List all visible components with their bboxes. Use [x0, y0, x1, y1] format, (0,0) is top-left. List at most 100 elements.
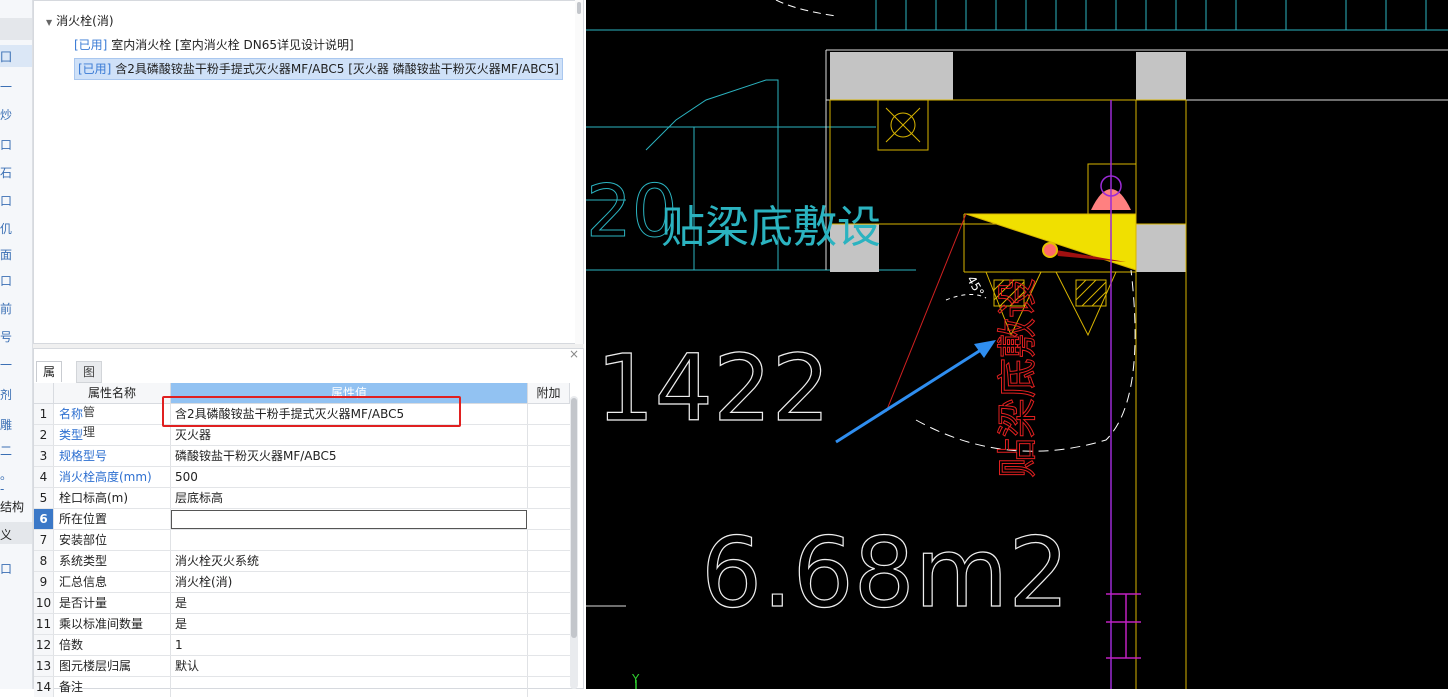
property-value[interactable] — [171, 677, 528, 697]
attach-cell — [528, 635, 570, 655]
extinguisher-marker — [1042, 242, 1058, 258]
strip-label-definition[interactable]: 义 — [0, 526, 32, 543]
strip-glyph-icon[interactable]: 炒 — [0, 106, 12, 123]
header-attach[interactable]: 附加 — [528, 383, 570, 404]
strip-glyph-icon[interactable]: 口 — [0, 560, 12, 577]
row-number: 13 — [34, 656, 54, 676]
property-name: 备注 — [54, 677, 171, 697]
property-row[interactable]: 9 汇总信息 消火栓(消) — [34, 572, 570, 593]
pointer-arrow — [835, 346, 985, 444]
property-row[interactable]: 13 图元楼层归属 默认 — [34, 656, 570, 677]
expand-triangle-icon[interactable]: ▼ — [46, 18, 52, 27]
strip-glyph-icon[interactable]: - — [0, 482, 12, 496]
beam-label: 贴梁底敷设 — [661, 202, 881, 253]
property-value[interactable] — [171, 530, 528, 550]
strip-glyph-icon[interactable]: 剂 — [0, 386, 12, 403]
header-num — [34, 383, 54, 404]
attach-cell — [528, 488, 570, 508]
cad-drawing: 贴梁底敷设 20 1422 6.68m2 45° Y 贴梁底敷设 — [586, 0, 1448, 689]
strip-tab[interactable] — [0, 18, 32, 40]
property-name: 规格型号 — [54, 446, 171, 466]
strip-glyph-icon[interactable]: 二 — [0, 442, 12, 459]
property-row[interactable]: 11 乘以标准间数量 是 — [34, 614, 570, 635]
strip-glyph-icon[interactable]: 石 — [0, 164, 12, 181]
strip-glyph-icon[interactable]: 仉 — [0, 220, 12, 237]
tree-item-selected[interactable]: [已用] 含2具磷酸铵盐干粉手提式灭火器MF/ABC5 [灭火器 磷酸铵盐干粉灭… — [74, 58, 563, 80]
used-badge: [已用] — [78, 62, 112, 76]
property-row[interactable]: 4 消火栓高度(mm) 500 — [34, 467, 570, 488]
property-row[interactable]: 8 系统类型 消火栓灭火系统 — [34, 551, 570, 572]
property-value[interactable]: 消火栓灭火系统 — [171, 551, 528, 571]
property-row-editing[interactable]: 6 所在位置 — [34, 509, 570, 530]
close-icon[interactable]: × — [569, 347, 579, 361]
row-number: 12 — [34, 635, 54, 655]
strip-glyph-icon[interactable]: 口 — [0, 192, 12, 209]
property-value[interactable]: 是 — [171, 593, 528, 613]
attach-cell — [528, 677, 570, 697]
strip-glyph-icon[interactable]: 前 — [0, 300, 12, 317]
strip-label-structure[interactable]: 结构 — [0, 498, 32, 515]
attach-cell — [528, 530, 570, 550]
tab-layer-management[interactable]: 图层管理 — [76, 361, 103, 439]
attach-cell — [528, 593, 570, 613]
left-toolbar-strip: 囗 一 炒 口 石 口 仉 面 口 前 号 一 剂 雕 二 。 - 口 结构 义 — [0, 0, 33, 689]
tree-item-label: 含2具磷酸铵盐干粉手提式灭火器MF/ABC5 [灭火器 磷酸铵盐干粉灭火器MF/… — [115, 62, 559, 76]
strip-glyph-icon[interactable]: 面 — [0, 246, 12, 263]
property-value[interactable]: 磷酸铵盐干粉灭火器MF/ABC5 — [171, 446, 528, 466]
properties-scroll-thumb[interactable] — [571, 398, 577, 638]
strip-glyph-icon[interactable]: 号 — [0, 328, 12, 345]
property-row[interactable]: 14 备注 — [34, 677, 570, 697]
row-number: 8 — [34, 551, 54, 571]
strip-glyph-icon[interactable]: 囗 — [0, 48, 12, 65]
cad-drawing-canvas[interactable]: 贴梁底敷设 20 1422 6.68m2 45° Y 贴梁底敷设 — [586, 0, 1448, 689]
red-route-label: 贴梁底敷设 — [995, 278, 1041, 478]
tree-scrollbar[interactable] — [575, 0, 583, 344]
property-value[interactable]: 500 — [171, 467, 528, 487]
property-name: 倍数 — [54, 635, 171, 655]
beam-block — [830, 52, 953, 100]
property-row[interactable]: 3 规格型号 磷酸铵盐干粉灭火器MF/ABC5 — [34, 446, 570, 467]
attach-cell — [528, 446, 570, 466]
strip-glyph-icon[interactable]: 口 — [0, 136, 12, 153]
property-name: 安装部位 — [54, 530, 171, 550]
header-name[interactable]: 属性名称 — [54, 383, 171, 404]
property-name: 图元楼层归属 — [54, 656, 171, 676]
property-row[interactable]: 2 类型 灭火器 — [34, 425, 570, 446]
strip-glyph-icon[interactable]: 一 — [0, 356, 12, 373]
property-row[interactable]: 12 倍数 1 — [34, 635, 570, 656]
strip-glyph-icon[interactable]: 雕 — [0, 416, 12, 433]
property-value[interactable]: 层底标高 — [171, 488, 528, 508]
property-value-input[interactable] — [171, 510, 527, 529]
row-number: 5 — [34, 488, 54, 508]
property-value[interactable]: 是 — [171, 614, 528, 634]
row-number: 7 — [34, 530, 54, 550]
attach-cell — [528, 467, 570, 487]
tree-item[interactable]: [已用] 室内消火栓 [室内消火栓 DN65详见设计说明] — [74, 35, 354, 55]
room-area-label: 6.68m2 — [701, 517, 1069, 629]
tab-properties[interactable]: 属性 — [36, 361, 63, 399]
property-row[interactable]: 7 安装部位 — [34, 530, 570, 551]
tree-node-label: 消火栓(消) — [56, 14, 114, 28]
row-number: 4 — [34, 467, 54, 487]
property-name: 系统类型 — [54, 551, 171, 571]
property-value[interactable]: 灭火器 — [171, 425, 528, 445]
property-name: 名称 — [54, 404, 171, 424]
strip-glyph-icon[interactable]: 一 — [0, 78, 12, 95]
row-number: 1 — [34, 404, 54, 424]
attach-cell — [528, 614, 570, 634]
tree-node-hydrant[interactable]: ▼ 消火栓(消) — [46, 11, 114, 31]
strip-glyph-icon[interactable]: 。 — [0, 466, 12, 483]
property-row[interactable]: 10 是否计量 是 — [34, 593, 570, 614]
angle-label: 45° — [964, 273, 987, 298]
tree-scroll-thumb[interactable] — [577, 2, 581, 14]
property-name: 是否计量 — [54, 593, 171, 613]
property-value[interactable]: 消火栓(消) — [171, 572, 528, 592]
property-name: 类型 — [54, 425, 171, 445]
property-row[interactable]: 5 栓口标高(m) 层底标高 — [34, 488, 570, 509]
row-number: 2 — [34, 425, 54, 445]
strip-glyph-icon[interactable]: 口 — [0, 272, 12, 289]
row-number: 14 — [34, 677, 54, 697]
attach-cell — [528, 572, 570, 592]
property-value[interactable]: 1 — [171, 635, 528, 655]
property-value[interactable]: 默认 — [171, 656, 528, 676]
